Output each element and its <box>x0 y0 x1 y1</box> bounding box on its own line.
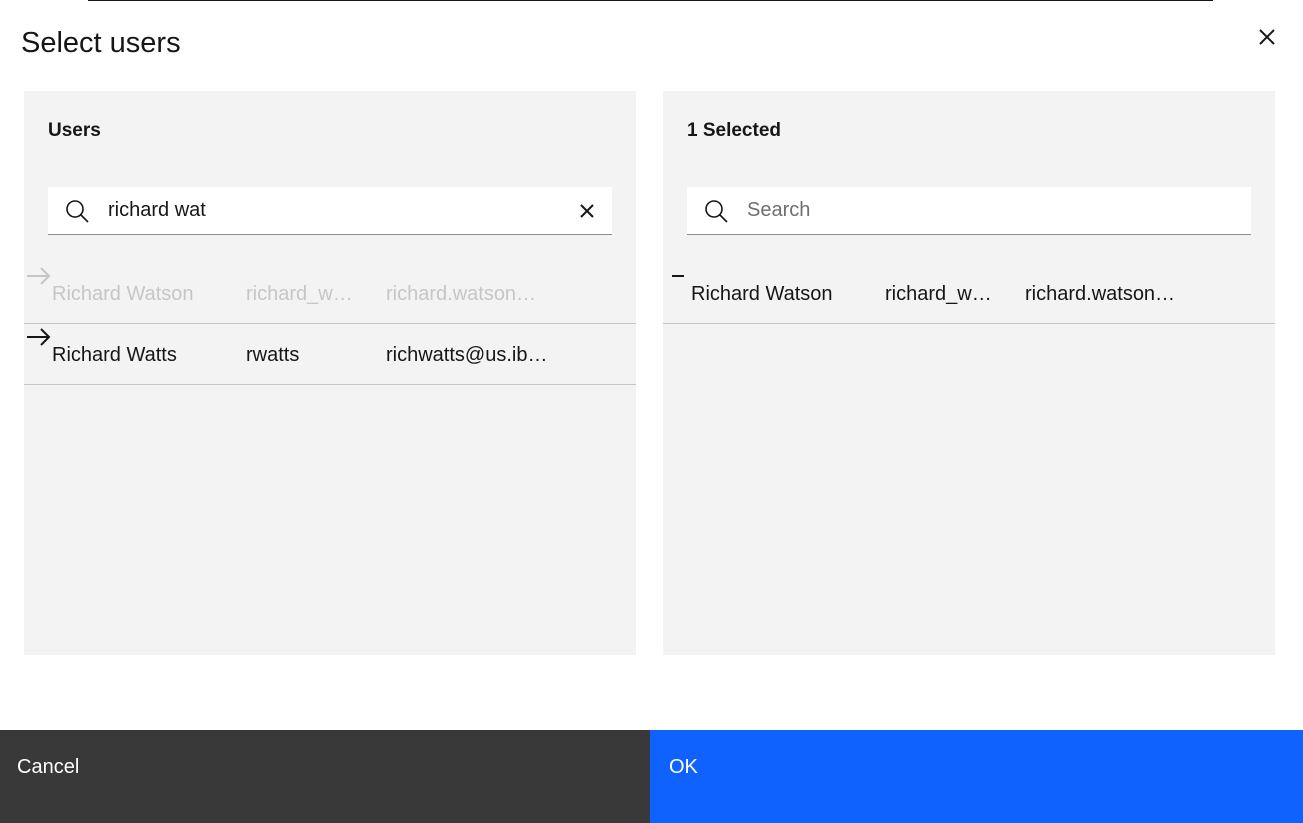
arrow-right-icon <box>27 267 51 285</box>
selected-user-row[interactable]: Richard Watson richard_w… richard.watson… <box>663 263 1275 324</box>
clear-search-icon[interactable] <box>576 200 598 222</box>
user-row[interactable]: Richard Watts rwatts richwatts@us.ib… <box>24 324 636 385</box>
selected-search-input[interactable] <box>747 187 1187 234</box>
user-email: richard.watson… <box>386 283 537 305</box>
users-search-box <box>48 187 612 235</box>
user-row: Richard Watson richard_w… richard.watson… <box>24 263 636 324</box>
user-email: richard.watson… <box>1025 283 1176 305</box>
search-icon <box>66 200 89 223</box>
panel-heading-users: Users <box>48 120 101 141</box>
user-name[interactable]: Richard Watts <box>52 344 177 367</box>
close-button[interactable] <box>1252 22 1282 52</box>
user-name: Richard Watson <box>52 283 194 305</box>
cancel-button-label: Cancel <box>17 756 80 778</box>
add-user-arrow-icon[interactable] <box>24 324 54 350</box>
user-username: richard_w… <box>246 283 353 305</box>
ok-button-label: OK <box>669 756 698 778</box>
dialog-title: Select users <box>21 27 181 59</box>
user-username: richard_w… <box>885 283 992 305</box>
dialog-footer: Cancel OK <box>0 730 1303 823</box>
users-search-input[interactable] <box>108 187 548 234</box>
top-divider <box>88 0 1213 1</box>
panel-heading-selected: 1 Selected <box>687 120 781 141</box>
search-icon <box>705 200 728 223</box>
user-email: richwatts@us.ib… <box>386 344 548 366</box>
close-icon <box>1259 29 1275 45</box>
selected-search-box <box>687 187 1251 235</box>
available-users-panel: Users Richard Watson richard_w… richard.… <box>24 91 636 655</box>
user-username: rwatts <box>246 344 300 366</box>
ok-button[interactable]: OK <box>650 730 1303 823</box>
user-name[interactable]: Richard Watson <box>691 283 833 306</box>
selected-users-panel: 1 Selected Richard Watson richard_w… ric… <box>663 91 1275 655</box>
remove-user-icon[interactable] <box>663 263 693 289</box>
cancel-button[interactable]: Cancel <box>0 730 650 823</box>
